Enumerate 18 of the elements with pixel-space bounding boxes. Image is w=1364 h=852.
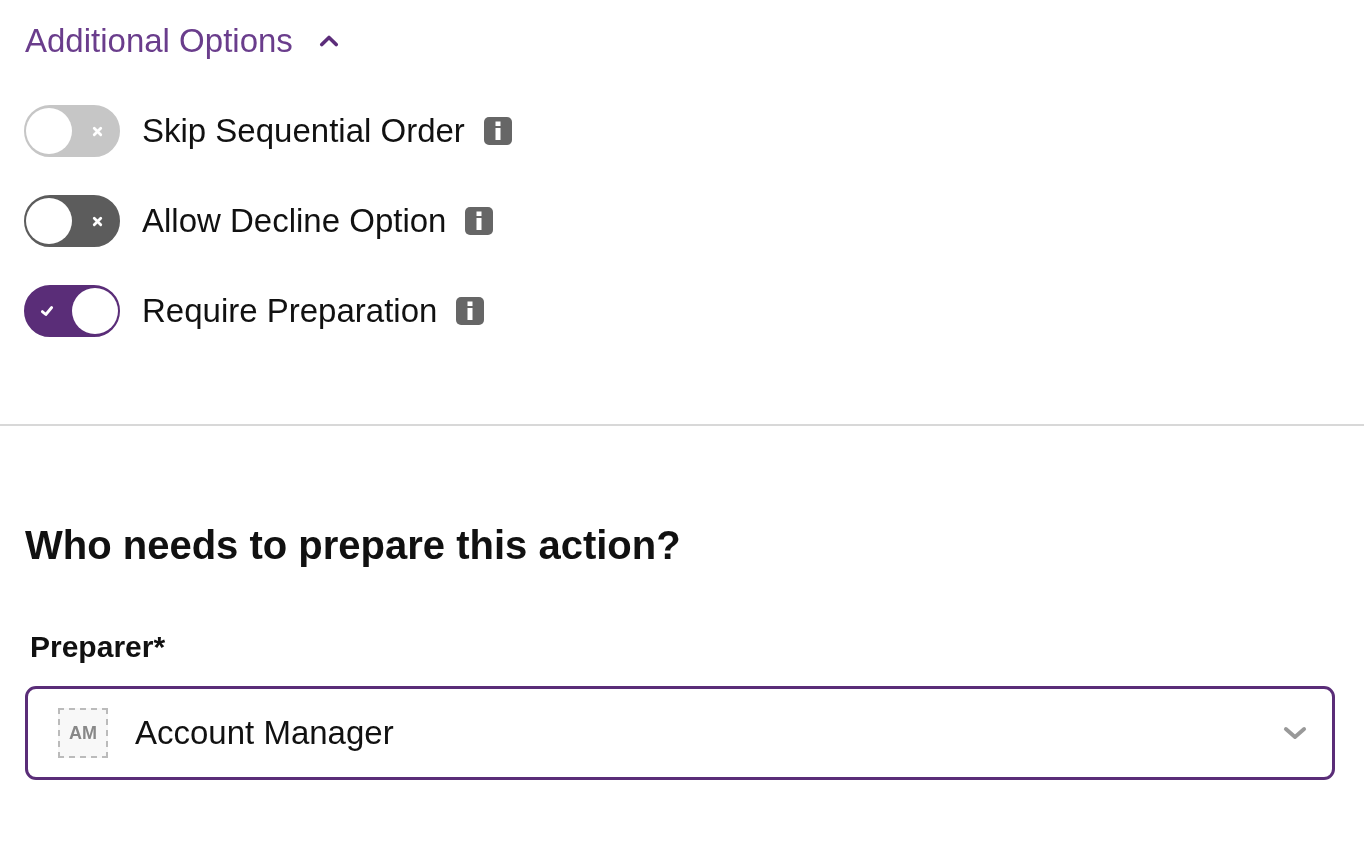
info-icon[interactable]	[455, 296, 486, 326]
info-icon[interactable]	[482, 116, 513, 146]
chevron-icon	[318, 35, 339, 47]
role-avatar: AM	[58, 708, 108, 758]
section-toggle[interactable]: Additional Options	[25, 22, 339, 60]
section-heading: Who needs to prepare this action?	[25, 522, 682, 568]
check-icon	[40, 304, 54, 318]
info-icon[interactable]	[464, 206, 495, 236]
chevron-down-icon	[1282, 725, 1308, 741]
toggle-label: Require Preparation	[142, 292, 438, 330]
toggle-label: Allow Decline Option	[142, 202, 447, 240]
toggle-label: Skip Sequential Order	[142, 112, 465, 150]
preparer-select[interactable]: AM Account Manager	[25, 686, 1335, 780]
close-icon	[91, 214, 104, 228]
toggle-switch[interactable]	[24, 195, 120, 247]
close-icon	[91, 124, 104, 138]
field-label: Preparer*	[30, 630, 167, 664]
toggle-switch[interactable]	[24, 285, 120, 337]
